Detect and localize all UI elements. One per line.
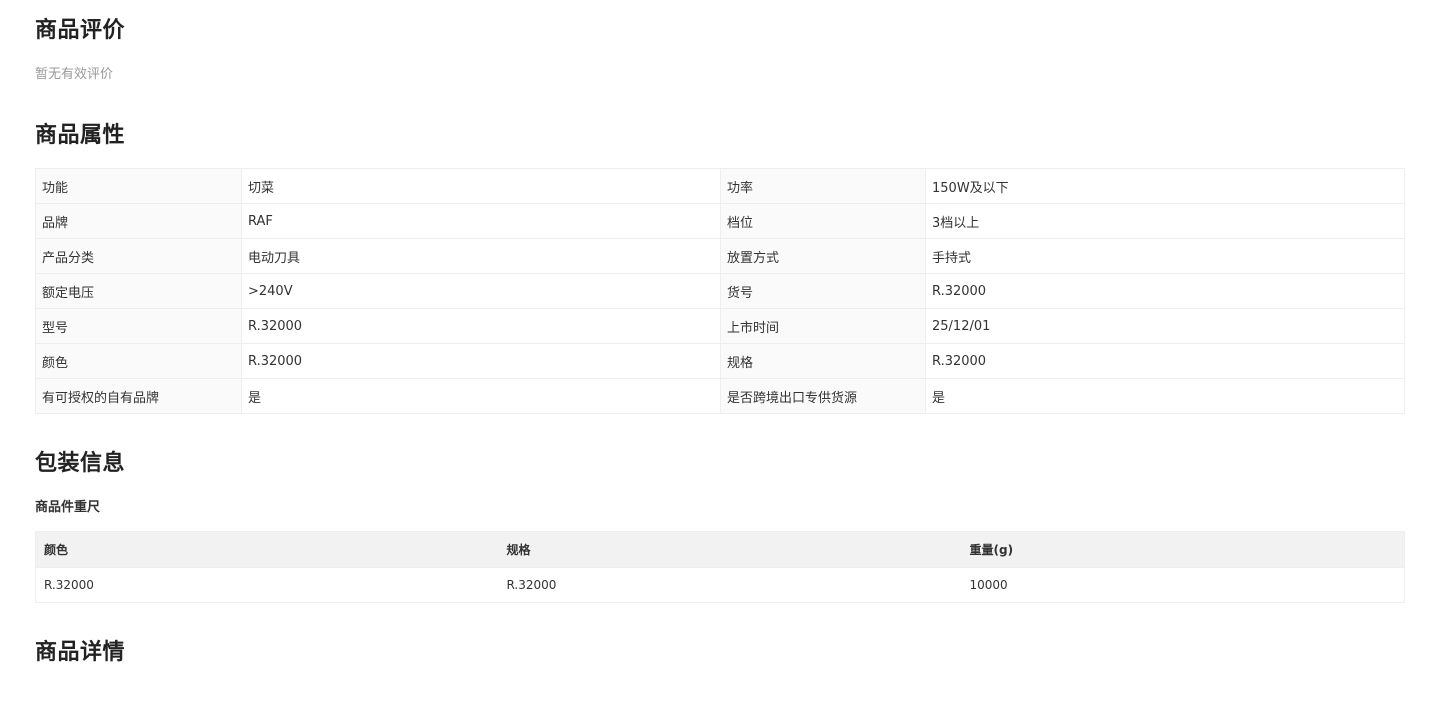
attr-key: 产品分类 xyxy=(35,238,242,274)
table-row: 品牌 RAF 档位 3档以上 xyxy=(35,203,1405,239)
table-row: R.32000 R.32000 10000 xyxy=(35,567,1405,603)
attr-key: 档位 xyxy=(720,203,926,239)
attr-value: 切菜 xyxy=(241,168,721,204)
attr-value: R.32000 xyxy=(241,343,721,379)
packaging-title: 包装信息 xyxy=(35,451,126,476)
table-row: 颜色 R.32000 规格 R.32000 xyxy=(35,343,1405,379)
attr-key: 功能 xyxy=(35,168,242,204)
attr-key: 颜色 xyxy=(35,343,242,379)
column-header: 重量(g) xyxy=(961,531,1405,568)
attr-key: 放置方式 xyxy=(720,238,926,274)
attr-value: >240V xyxy=(241,273,721,309)
attributes-table: 功能 切菜 功率 150W及以下 品牌 RAF 档位 3档以上 产品分类 电动刀… xyxy=(35,168,1405,414)
table-row: 有可授权的自有品牌 是 是否跨境出口专供货源 是 xyxy=(35,378,1405,414)
product-info-page: 商品评价 暂无有效评价 商品属性 功能 切菜 功率 150W及以下 品牌 RAF… xyxy=(0,0,1433,703)
table-row: 产品分类 电动刀具 放置方式 手持式 xyxy=(35,238,1405,274)
attr-key: 额定电压 xyxy=(35,273,242,309)
table-header-row: 颜色 规格 重量(g) xyxy=(35,531,1405,568)
column-header: 规格 xyxy=(498,531,962,568)
table-cell: R.32000 xyxy=(498,567,962,603)
table-row: 功能 切菜 功率 150W及以下 xyxy=(35,168,1405,204)
attributes-title: 商品属性 xyxy=(35,123,126,148)
attr-value: 电动刀具 xyxy=(241,238,721,274)
attr-key: 是否跨境出口专供货源 xyxy=(720,378,926,414)
attr-value: R.32000 xyxy=(925,273,1405,309)
attr-key: 品牌 xyxy=(35,203,242,239)
details-title: 商品详情 xyxy=(35,640,126,665)
table-cell: R.32000 xyxy=(35,567,499,603)
attr-key: 规格 xyxy=(720,343,926,379)
attr-value: 25/12/01 xyxy=(925,308,1405,344)
column-header: 颜色 xyxy=(35,531,499,568)
attr-key: 货号 xyxy=(720,273,926,309)
reviews-empty-text: 暂无有效评价 xyxy=(35,67,114,82)
reviews-title: 商品评价 xyxy=(35,18,126,43)
attr-value: 150W及以下 xyxy=(925,168,1405,204)
packaging-table: 颜色 规格 重量(g) R.32000 R.32000 10000 xyxy=(35,531,1405,603)
attr-value: RAF xyxy=(241,203,721,239)
attr-value: 是 xyxy=(925,378,1405,414)
packaging-subtitle: 商品件重尺 xyxy=(35,500,101,515)
table-row: 额定电压 >240V 货号 R.32000 xyxy=(35,273,1405,309)
attr-key: 功率 xyxy=(720,168,926,204)
attr-value: R.32000 xyxy=(241,308,721,344)
attr-value: R.32000 xyxy=(925,343,1405,379)
attr-value: 手持式 xyxy=(925,238,1405,274)
table-row: 型号 R.32000 上市时间 25/12/01 xyxy=(35,308,1405,344)
attr-key: 型号 xyxy=(35,308,242,344)
attr-key: 有可授权的自有品牌 xyxy=(35,378,242,414)
table-cell: 10000 xyxy=(961,567,1405,603)
attr-value: 是 xyxy=(241,378,721,414)
attr-value: 3档以上 xyxy=(925,203,1405,239)
attr-key: 上市时间 xyxy=(720,308,926,344)
